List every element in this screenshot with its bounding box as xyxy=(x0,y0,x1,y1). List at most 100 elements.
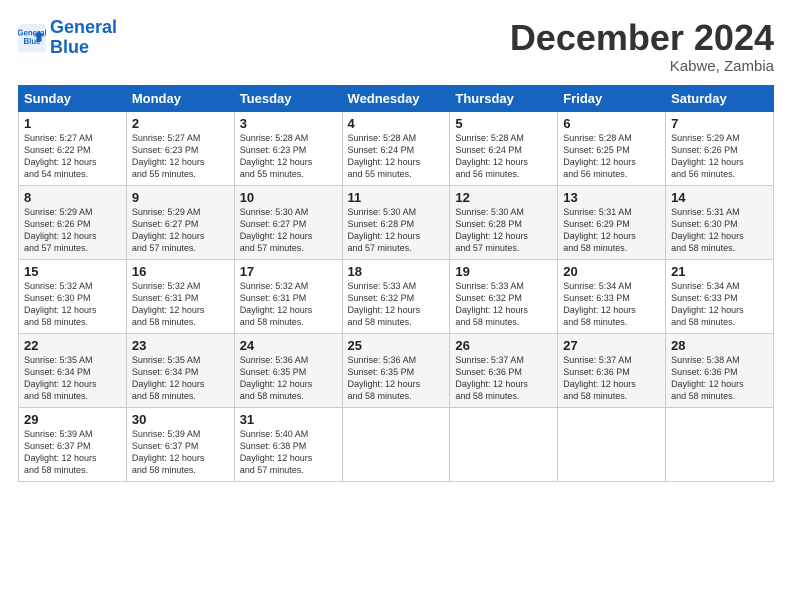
day-number: 30 xyxy=(132,412,229,427)
cell-text: Sunrise: 5:32 AM Sunset: 6:31 PM Dayligh… xyxy=(132,280,229,329)
day-number: 3 xyxy=(240,116,337,131)
day-number: 5 xyxy=(455,116,552,131)
cell-text: Sunrise: 5:34 AM Sunset: 6:33 PM Dayligh… xyxy=(563,280,660,329)
cell-text: Sunrise: 5:29 AM Sunset: 6:26 PM Dayligh… xyxy=(24,206,121,255)
calendar-week-5: 29Sunrise: 5:39 AM Sunset: 6:37 PM Dayli… xyxy=(19,407,774,481)
day-number: 11 xyxy=(348,190,445,205)
calendar-cell: 5Sunrise: 5:28 AM Sunset: 6:24 PM Daylig… xyxy=(450,111,558,185)
cell-text: Sunrise: 5:39 AM Sunset: 6:37 PM Dayligh… xyxy=(24,428,121,477)
cell-text: Sunrise: 5:36 AM Sunset: 6:35 PM Dayligh… xyxy=(240,354,337,403)
day-number: 14 xyxy=(671,190,768,205)
calendar-cell: 14Sunrise: 5:31 AM Sunset: 6:30 PM Dayli… xyxy=(666,185,774,259)
day-number: 17 xyxy=(240,264,337,279)
cell-text: Sunrise: 5:30 AM Sunset: 6:27 PM Dayligh… xyxy=(240,206,337,255)
calendar-cell: 4Sunrise: 5:28 AM Sunset: 6:24 PM Daylig… xyxy=(342,111,450,185)
cell-text: Sunrise: 5:30 AM Sunset: 6:28 PM Dayligh… xyxy=(455,206,552,255)
day-header-monday: Monday xyxy=(126,85,234,111)
day-header-sunday: Sunday xyxy=(19,85,127,111)
calendar-header-row: SundayMondayTuesdayWednesdayThursdayFrid… xyxy=(19,85,774,111)
day-number: 26 xyxy=(455,338,552,353)
calendar-cell: 8Sunrise: 5:29 AM Sunset: 6:26 PM Daylig… xyxy=(19,185,127,259)
calendar-cell: 26Sunrise: 5:37 AM Sunset: 6:36 PM Dayli… xyxy=(450,333,558,407)
calendar-cell: 7Sunrise: 5:29 AM Sunset: 6:26 PM Daylig… xyxy=(666,111,774,185)
cell-text: Sunrise: 5:29 AM Sunset: 6:27 PM Dayligh… xyxy=(132,206,229,255)
day-number: 29 xyxy=(24,412,121,427)
cell-text: Sunrise: 5:30 AM Sunset: 6:28 PM Dayligh… xyxy=(348,206,445,255)
calendar-cell: 28Sunrise: 5:38 AM Sunset: 6:36 PM Dayli… xyxy=(666,333,774,407)
logo-icon: General Blue xyxy=(18,24,46,52)
logo-text: GeneralBlue xyxy=(50,18,117,58)
cell-text: Sunrise: 5:31 AM Sunset: 6:29 PM Dayligh… xyxy=(563,206,660,255)
day-number: 10 xyxy=(240,190,337,205)
calendar-cell: 16Sunrise: 5:32 AM Sunset: 6:31 PM Dayli… xyxy=(126,259,234,333)
calendar-table: SundayMondayTuesdayWednesdayThursdayFrid… xyxy=(18,85,774,482)
day-number: 22 xyxy=(24,338,121,353)
cell-text: Sunrise: 5:33 AM Sunset: 6:32 PM Dayligh… xyxy=(348,280,445,329)
calendar-cell: 31Sunrise: 5:40 AM Sunset: 6:38 PM Dayli… xyxy=(234,407,342,481)
day-number: 15 xyxy=(24,264,121,279)
cell-text: Sunrise: 5:29 AM Sunset: 6:26 PM Dayligh… xyxy=(671,132,768,181)
day-header-friday: Friday xyxy=(558,85,666,111)
calendar-cell: 10Sunrise: 5:30 AM Sunset: 6:27 PM Dayli… xyxy=(234,185,342,259)
day-number: 31 xyxy=(240,412,337,427)
logo: General Blue GeneralBlue xyxy=(18,18,117,58)
day-number: 28 xyxy=(671,338,768,353)
day-number: 7 xyxy=(671,116,768,131)
calendar-cell: 24Sunrise: 5:36 AM Sunset: 6:35 PM Dayli… xyxy=(234,333,342,407)
day-number: 13 xyxy=(563,190,660,205)
cell-text: Sunrise: 5:28 AM Sunset: 6:24 PM Dayligh… xyxy=(455,132,552,181)
day-header-thursday: Thursday xyxy=(450,85,558,111)
day-number: 25 xyxy=(348,338,445,353)
cell-text: Sunrise: 5:37 AM Sunset: 6:36 PM Dayligh… xyxy=(563,354,660,403)
day-number: 24 xyxy=(240,338,337,353)
header: General Blue GeneralBlue December 2024 K… xyxy=(18,18,774,75)
cell-text: Sunrise: 5:35 AM Sunset: 6:34 PM Dayligh… xyxy=(24,354,121,403)
day-number: 6 xyxy=(563,116,660,131)
calendar-cell: 13Sunrise: 5:31 AM Sunset: 6:29 PM Dayli… xyxy=(558,185,666,259)
day-number: 23 xyxy=(132,338,229,353)
calendar-week-3: 15Sunrise: 5:32 AM Sunset: 6:30 PM Dayli… xyxy=(19,259,774,333)
calendar-title: December 2024 xyxy=(510,18,774,58)
calendar-cell: 25Sunrise: 5:36 AM Sunset: 6:35 PM Dayli… xyxy=(342,333,450,407)
day-number: 16 xyxy=(132,264,229,279)
calendar-cell: 20Sunrise: 5:34 AM Sunset: 6:33 PM Dayli… xyxy=(558,259,666,333)
title-section: December 2024 Kabwe, Zambia xyxy=(510,18,774,75)
day-number: 2 xyxy=(132,116,229,131)
cell-text: Sunrise: 5:32 AM Sunset: 6:31 PM Dayligh… xyxy=(240,280,337,329)
calendar-cell: 19Sunrise: 5:33 AM Sunset: 6:32 PM Dayli… xyxy=(450,259,558,333)
day-number: 19 xyxy=(455,264,552,279)
cell-text: Sunrise: 5:38 AM Sunset: 6:36 PM Dayligh… xyxy=(671,354,768,403)
cell-text: Sunrise: 5:39 AM Sunset: 6:37 PM Dayligh… xyxy=(132,428,229,477)
calendar-cell: 9Sunrise: 5:29 AM Sunset: 6:27 PM Daylig… xyxy=(126,185,234,259)
cell-text: Sunrise: 5:33 AM Sunset: 6:32 PM Dayligh… xyxy=(455,280,552,329)
calendar-week-1: 1Sunrise: 5:27 AM Sunset: 6:22 PM Daylig… xyxy=(19,111,774,185)
calendar-cell xyxy=(666,407,774,481)
day-header-wednesday: Wednesday xyxy=(342,85,450,111)
calendar-cell: 12Sunrise: 5:30 AM Sunset: 6:28 PM Dayli… xyxy=(450,185,558,259)
calendar-cell: 22Sunrise: 5:35 AM Sunset: 6:34 PM Dayli… xyxy=(19,333,127,407)
calendar-page: General Blue GeneralBlue December 2024 K… xyxy=(0,0,792,612)
calendar-cell: 29Sunrise: 5:39 AM Sunset: 6:37 PM Dayli… xyxy=(19,407,127,481)
calendar-cell xyxy=(450,407,558,481)
day-number: 21 xyxy=(671,264,768,279)
cell-text: Sunrise: 5:27 AM Sunset: 6:23 PM Dayligh… xyxy=(132,132,229,181)
calendar-cell: 17Sunrise: 5:32 AM Sunset: 6:31 PM Dayli… xyxy=(234,259,342,333)
calendar-subtitle: Kabwe, Zambia xyxy=(510,58,774,75)
cell-text: Sunrise: 5:32 AM Sunset: 6:30 PM Dayligh… xyxy=(24,280,121,329)
calendar-cell: 15Sunrise: 5:32 AM Sunset: 6:30 PM Dayli… xyxy=(19,259,127,333)
calendar-cell xyxy=(558,407,666,481)
day-header-tuesday: Tuesday xyxy=(234,85,342,111)
cell-text: Sunrise: 5:28 AM Sunset: 6:23 PM Dayligh… xyxy=(240,132,337,181)
day-header-saturday: Saturday xyxy=(666,85,774,111)
day-number: 20 xyxy=(563,264,660,279)
cell-text: Sunrise: 5:27 AM Sunset: 6:22 PM Dayligh… xyxy=(24,132,121,181)
calendar-cell: 30Sunrise: 5:39 AM Sunset: 6:37 PM Dayli… xyxy=(126,407,234,481)
calendar-cell: 18Sunrise: 5:33 AM Sunset: 6:32 PM Dayli… xyxy=(342,259,450,333)
cell-text: Sunrise: 5:28 AM Sunset: 6:25 PM Dayligh… xyxy=(563,132,660,181)
day-number: 9 xyxy=(132,190,229,205)
calendar-cell: 23Sunrise: 5:35 AM Sunset: 6:34 PM Dayli… xyxy=(126,333,234,407)
day-number: 18 xyxy=(348,264,445,279)
calendar-cell: 2Sunrise: 5:27 AM Sunset: 6:23 PM Daylig… xyxy=(126,111,234,185)
calendar-week-2: 8Sunrise: 5:29 AM Sunset: 6:26 PM Daylig… xyxy=(19,185,774,259)
calendar-cell xyxy=(342,407,450,481)
